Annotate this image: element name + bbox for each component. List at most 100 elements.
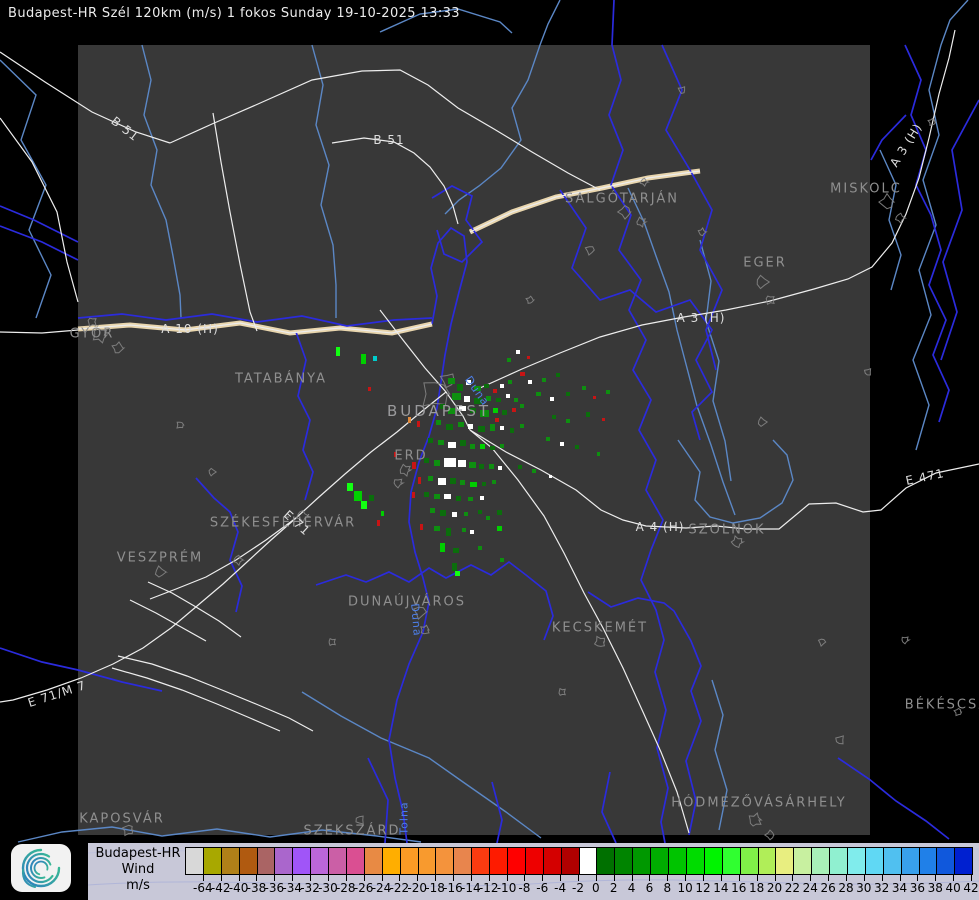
map-label-road: A 4 (H) <box>635 520 685 534</box>
legend-color-cell <box>632 848 651 874</box>
legend-tick <box>435 874 437 881</box>
legend-tick <box>470 874 472 881</box>
legend-tick <box>685 874 687 881</box>
legend-tick-label: 30 <box>856 881 872 895</box>
legend-panel: Budapest-HR Wind m/s -64 -42 -40 -38 -36 -34-… <box>88 843 979 900</box>
legend-tick <box>488 874 490 881</box>
legend-tick <box>935 874 937 881</box>
legend-tick-label: -26 <box>353 881 374 895</box>
legend-color-cell <box>238 848 257 874</box>
legend-tick <box>774 874 776 881</box>
app-logo[interactable] <box>10 843 72 893</box>
legend-tick-label: -4 <box>554 881 567 895</box>
legend-colorbar <box>185 847 973 875</box>
legend-tick-label: 22 <box>784 881 800 895</box>
legend-tick <box>595 874 597 881</box>
legend-tick-label: 14 <box>713 881 729 895</box>
legend-color-cell <box>596 848 615 874</box>
map-label-city: TATABÁNYA <box>234 371 328 387</box>
legend-tick-label: -42 <box>210 881 231 895</box>
map-label-city: KAPOSVÁR <box>79 811 165 827</box>
legend-color-cell <box>685 848 704 874</box>
legend-tick <box>506 874 508 881</box>
map-label-layer: GYŐR TATABÁNYA SALGÓTARJÁN MISKOLC EGER BUDAP… <box>0 0 979 900</box>
legend-tick <box>649 874 651 881</box>
legend-tick <box>845 874 847 881</box>
legend-color-cell <box>507 848 525 874</box>
legend-tick-label: 18 <box>748 881 765 895</box>
legend-color-cell <box>793 848 812 874</box>
legend-color-cell <box>381 848 400 874</box>
legend-tick <box>756 874 758 881</box>
legend-tick <box>542 874 544 881</box>
legend-color-cell <box>256 848 275 874</box>
legend-color-cell <box>900 848 919 874</box>
map-label-city: DUNAÚJVÁROS <box>348 594 466 610</box>
legend-tick-label: -64 <box>193 881 213 895</box>
legend-tick-label: -22 <box>389 881 410 895</box>
map-label-city: MISKOLC <box>830 181 902 197</box>
legend-tick <box>953 874 955 881</box>
legend-color-cell <box>524 848 543 874</box>
legend-tick <box>703 874 705 881</box>
legend-color-cell <box>703 848 722 874</box>
legend-color-cell <box>721 848 740 874</box>
map-label-city: BUDAPEST <box>386 402 492 420</box>
legend-tick-label: 20 <box>766 881 783 895</box>
legend-color-cell <box>578 848 597 874</box>
legend-tick-label: -30 <box>318 881 338 895</box>
legend-tick <box>720 874 722 881</box>
legend-color-cell <box>864 848 883 874</box>
map-label-river: Tolna <box>397 801 411 835</box>
legend-color-cell <box>399 848 418 874</box>
legend-tick-label: -14 <box>461 881 481 895</box>
legend-color-cell <box>186 848 203 874</box>
legend-tick-label: 26 <box>820 881 836 895</box>
legend-color-cell <box>202 848 221 874</box>
legend-tick <box>220 874 222 881</box>
legend-tick <box>399 874 401 881</box>
legend-color-cell <box>542 848 561 874</box>
legend-color-cell <box>560 848 579 874</box>
map-label-road: A 3 (H) <box>887 120 925 170</box>
map-label-city: HÓDMEZŐVÁSÁRHELY <box>671 795 847 811</box>
legend-color-cell <box>954 848 973 874</box>
legend-color-cell <box>471 848 490 874</box>
map-label-city: GYŐR <box>69 326 115 342</box>
legend-color-cell <box>829 848 847 874</box>
legend-color-cell <box>489 848 508 874</box>
legend-tick-label: -10 <box>496 881 517 895</box>
legend-tick <box>256 874 258 881</box>
legend-tick-label: 36 <box>909 881 926 895</box>
legend-color-cell <box>346 848 364 874</box>
legend-color-cell <box>882 848 901 874</box>
legend-tick-label: -36 <box>264 881 285 895</box>
map-label-city: SZOLNOK <box>688 522 766 538</box>
legend-tick <box>613 874 615 881</box>
legend-tick-label: -20 <box>407 881 428 895</box>
legend-tick <box>238 874 240 881</box>
legend-tick <box>292 874 294 881</box>
legend-tick-label: 24 <box>802 881 818 895</box>
legend-tick-label: -16 <box>443 881 463 895</box>
legend-color-cell <box>310 848 329 874</box>
map-label-city: VESZPRÉM <box>116 550 204 566</box>
map-label-road: E 71 <box>280 507 314 539</box>
legend-color-cell <box>918 848 937 874</box>
legend-tick-label: 2 <box>609 881 618 895</box>
legend-tick-label: -38 <box>246 881 267 895</box>
legend-tick <box>274 874 276 881</box>
legend-tick <box>202 874 204 881</box>
legend-tick <box>810 874 812 881</box>
legend-tick-label: -40 <box>228 881 249 895</box>
legend-tick-label: 12 <box>695 881 711 895</box>
legend-tick-label: -2 <box>572 881 584 895</box>
legend-tick-label: -34 <box>282 881 302 895</box>
legend-tick-label: 42 <box>963 881 979 895</box>
legend-color-cell <box>614 848 633 874</box>
legend-tick-label: -12 <box>478 881 499 895</box>
legend-color-cell <box>936 848 955 874</box>
map-label-road: B 51 <box>108 113 142 145</box>
map-label-road: A 3 (H) <box>676 311 726 325</box>
legend-tick <box>631 874 633 881</box>
